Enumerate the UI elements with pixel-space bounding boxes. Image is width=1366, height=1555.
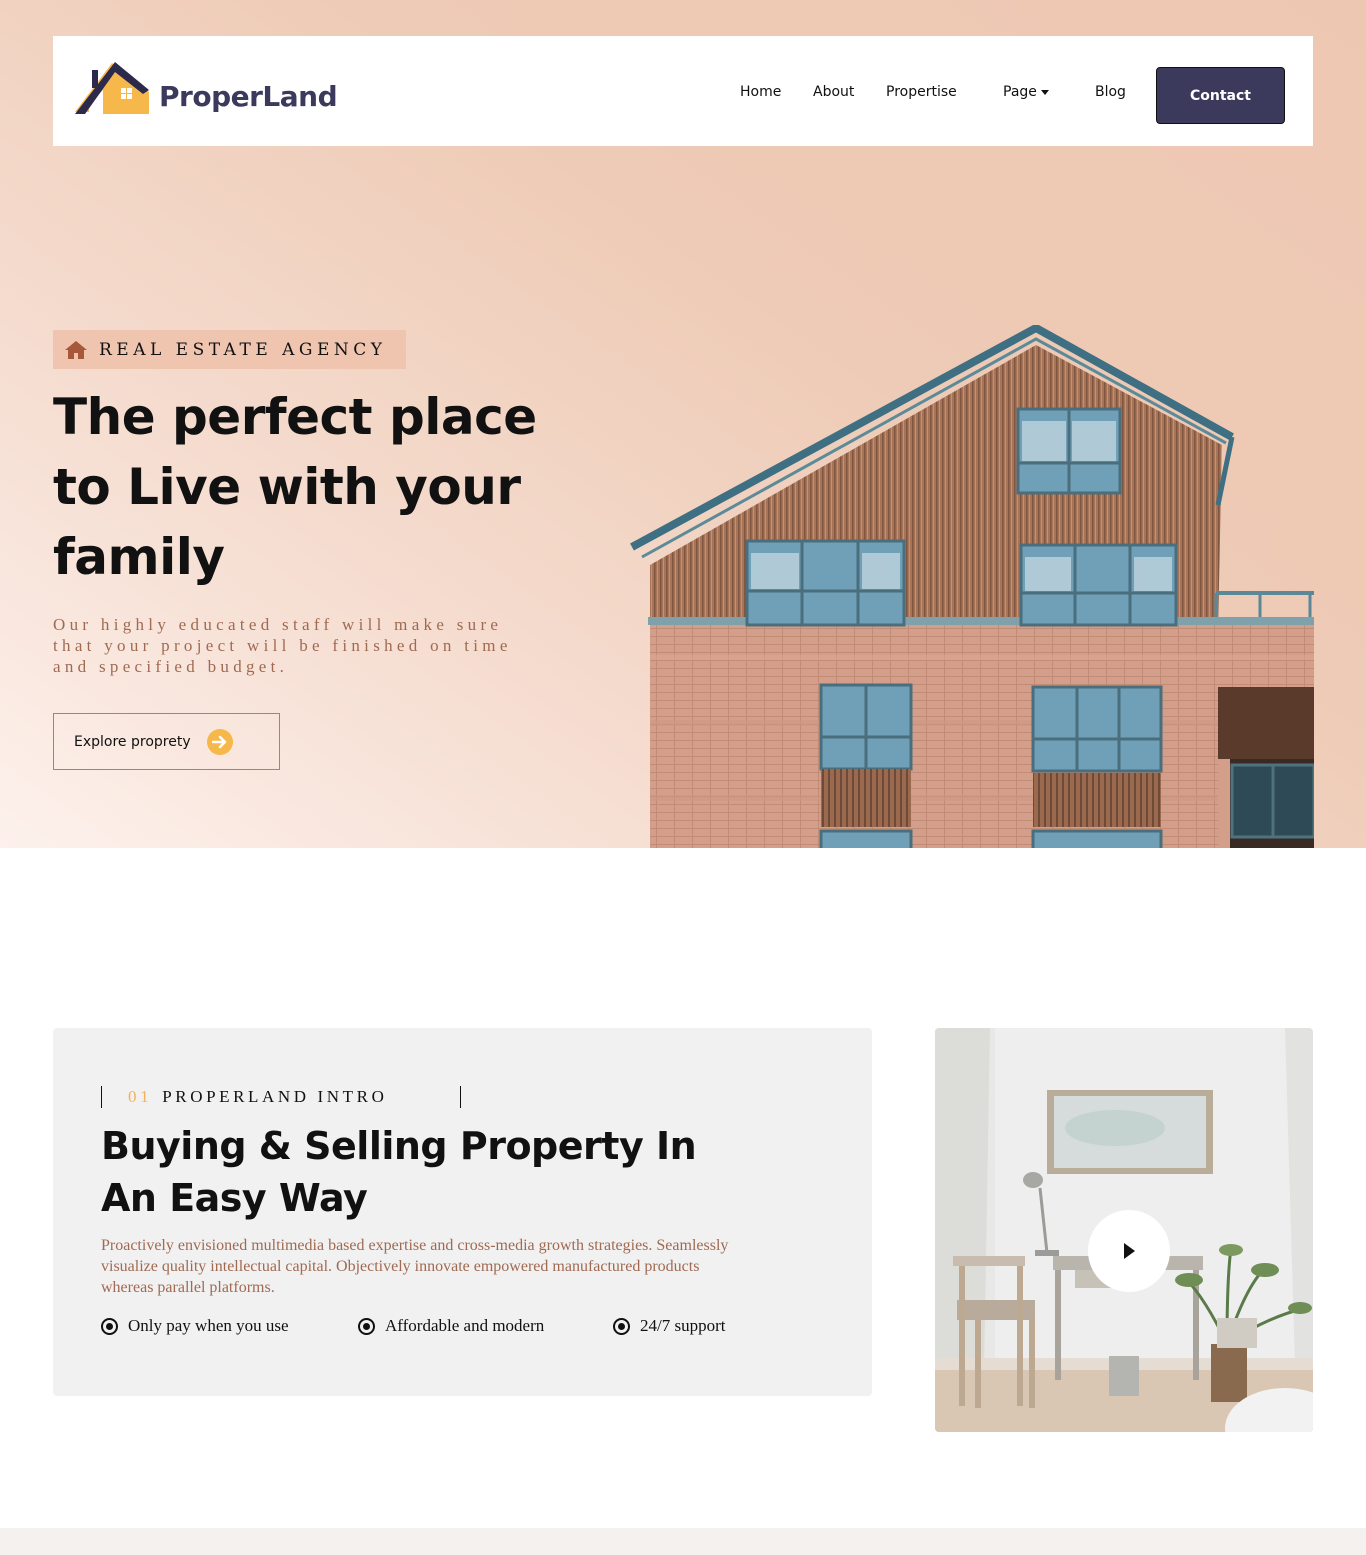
section-number: 01 [128, 1087, 153, 1106]
section-label-text: PROPERLAND INTRO [162, 1087, 388, 1106]
nav-propertise[interactable]: Propertise [886, 84, 957, 100]
radio-dot-icon [101, 1317, 118, 1335]
nav-page-label: Page [1003, 84, 1037, 100]
caret-down-icon [1040, 89, 1049, 95]
house-photo [630, 325, 1314, 848]
feature-item: Only pay when you use [101, 1316, 289, 1336]
play-icon [1124, 1243, 1135, 1259]
section-label: 01 PROPERLAND INTRO [101, 1086, 461, 1108]
radio-dot-icon [358, 1317, 375, 1335]
house-logo-icon [75, 62, 149, 114]
intro-card: 01 PROPERLAND INTRO Buying & Selling Pro… [53, 1028, 872, 1396]
home-icon [65, 340, 87, 359]
footer-strip [0, 1528, 1366, 1555]
brand-name: ProperLand [159, 79, 338, 113]
nav-page[interactable]: Page [1003, 84, 1049, 100]
explore-property-button[interactable]: Explore proprety [53, 713, 280, 770]
feature-item: 24/7 support [613, 1316, 725, 1336]
tagline-text: REAL ESTATE AGENCY [99, 339, 387, 360]
radio-dot-icon [613, 1317, 630, 1335]
play-video-button[interactable] [1088, 1210, 1170, 1292]
nav-about[interactable]: About [813, 84, 854, 100]
nav-home[interactable]: Home [740, 84, 781, 100]
arrow-right-icon [206, 728, 233, 755]
feature-label: Only pay when you use [128, 1316, 289, 1335]
tagline-badge: REAL ESTATE AGENCY [53, 330, 406, 369]
feature-label: 24/7 support [640, 1316, 726, 1335]
logo[interactable]: ProperLand [75, 58, 338, 118]
feature-item: Affordable and modern [358, 1316, 544, 1336]
contact-button[interactable]: Contact [1156, 67, 1285, 124]
intro-title: Buying & Selling Property In An Easy Way [101, 1124, 697, 1220]
hero-description: Our highly educated staff will make sure… [53, 615, 512, 676]
intro-description: Proactively envisioned multimedia based … [101, 1237, 729, 1296]
nav-blog[interactable]: Blog [1095, 84, 1126, 100]
hero-title: The perfect place to Live with your fami… [53, 388, 537, 586]
interior-video-thumbnail[interactable] [935, 1028, 1313, 1432]
feature-list: Only pay when you use Affordable and mod… [101, 1316, 801, 1338]
feature-label: Affordable and modern [385, 1316, 545, 1335]
hero-section: ProperLand Home About Propertise Page Bl… [0, 0, 1366, 848]
explore-button-label: Explore proprety [74, 733, 191, 750]
navbar: ProperLand Home About Propertise Page Bl… [53, 36, 1313, 146]
